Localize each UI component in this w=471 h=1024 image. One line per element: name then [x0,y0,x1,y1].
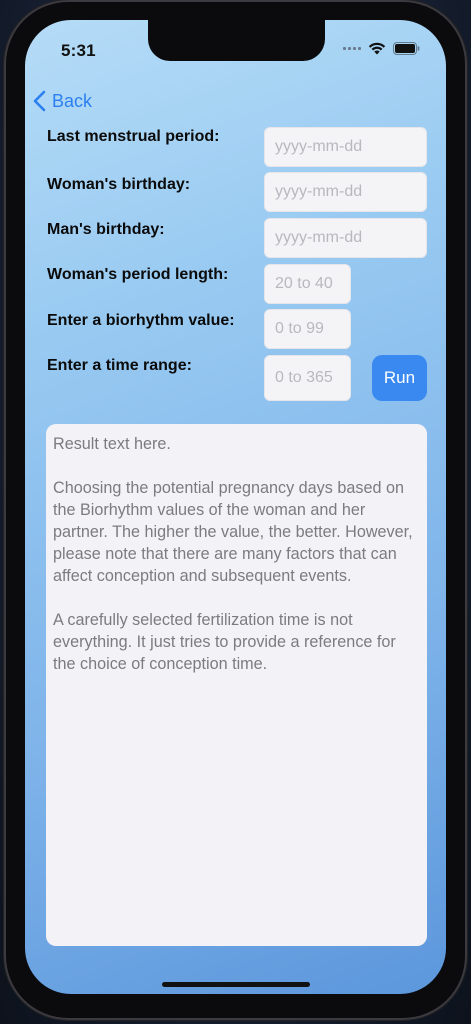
time-range-label: Enter a time range: [47,357,192,374]
woman-birthday-label: Woman's birthday: [47,176,191,193]
man-birthday-field[interactable] [264,218,427,258]
biorhythm-value-input[interactable] [273,319,342,339]
app-screen: 5:31 Back Last menstrual period: Woman's… [25,20,446,994]
biorhythm-value-field[interactable] [264,309,351,349]
cellular-signal-icon [343,47,361,50]
period-length-input[interactable] [273,274,342,294]
back-label: Back [52,90,93,111]
home-indicator[interactable] [162,982,310,987]
last-period-input[interactable] [273,137,418,157]
chevron-left-icon [33,90,46,112]
wifi-icon [368,42,386,55]
result-text-area[interactable]: Result text here. Choosing the potential… [46,424,427,946]
time-range-field[interactable] [264,355,351,401]
last-period-field[interactable] [264,127,427,167]
battery-icon [393,42,420,55]
device-notch [148,20,325,61]
status-icons [343,42,420,55]
period-length-field[interactable] [264,264,351,304]
man-birthday-label: Man's birthday: [47,221,165,238]
time-range-input[interactable] [273,368,342,388]
back-button[interactable]: Back [33,90,92,112]
status-time: 5:31 [61,41,96,60]
man-birthday-input[interactable] [273,228,418,248]
run-button[interactable]: Run [372,355,427,401]
biorhythm-value-label: Enter a biorhythm value: [47,312,235,329]
woman-birthday-field[interactable] [264,172,427,212]
period-length-label: Woman's period length: [47,266,229,283]
woman-birthday-input[interactable] [273,182,418,202]
last-period-label: Last menstrual period: [47,128,220,145]
